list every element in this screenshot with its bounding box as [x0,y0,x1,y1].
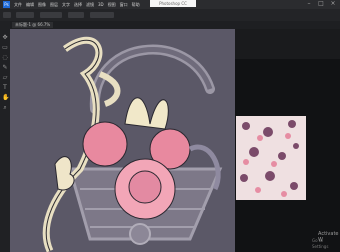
option-control-4[interactable] [90,12,114,18]
options-bar [0,9,340,21]
tools-panel: ✥ ▭ ◌ ✎ ▱ T ✋ ⌕ [0,21,10,252]
option-control-1[interactable] [16,12,34,18]
brush-tool-icon[interactable]: ✎ [2,65,8,71]
lasso-tool-icon[interactable]: ◌ [2,55,8,61]
tool-preset-picker[interactable] [3,12,11,18]
panel-header [235,29,340,59]
menu-items: 文件 编辑 图像 图层 文字 选择 滤镜 3D 视图 窗口 帮助 [14,0,140,9]
menu-view[interactable]: 视图 [108,0,116,9]
option-control-3[interactable] [68,12,84,18]
move-tool-icon[interactable]: ✥ [2,35,8,41]
pattern-preview [236,116,306,200]
document-tab-bar: 未标题-1 @ 66.7% [10,21,340,29]
eraser-tool-icon[interactable]: ▱ [2,75,8,81]
text-tool-icon[interactable]: T [2,85,8,91]
canvas-area[interactable] [10,29,235,252]
option-control-2[interactable] [40,12,62,18]
hand-tool-icon[interactable]: ✋ [2,95,9,101]
menu-window[interactable]: 窗口 [120,0,128,9]
title-flag: Photoshop CC [150,0,196,7]
document-tab[interactable]: 未标题-1 @ 66.7% [12,22,54,28]
zoom-tool-icon[interactable]: ⌕ [2,105,8,111]
menu-bar: Ps 文件 编辑 图像 图层 文字 选择 滤镜 3D 视图 窗口 帮助 Phot… [0,0,340,9]
menu-layer[interactable]: 图层 [50,0,58,9]
menu-filter[interactable]: 滤镜 [86,0,94,9]
menu-select[interactable]: 选择 [74,0,82,9]
app-logo: Ps [3,1,10,8]
window-controls: – □ × [306,1,336,7]
close-icon[interactable]: × [330,1,336,7]
artwork-illustration [42,36,223,252]
menu-help[interactable]: 帮助 [132,0,140,9]
menu-type[interactable]: 文字 [62,0,70,9]
watermark-line-2: Go to Settings [312,238,329,249]
menu-3d[interactable]: 3D [98,0,104,9]
minimize-icon[interactable]: – [306,1,312,7]
menu-edit[interactable]: 编辑 [26,0,34,9]
menu-image[interactable]: 图像 [38,0,46,9]
preview-image [236,116,306,200]
menu-file[interactable]: 文件 [14,0,22,9]
maximize-icon[interactable]: □ [318,1,324,7]
marquee-tool-icon[interactable]: ▭ [2,45,8,51]
